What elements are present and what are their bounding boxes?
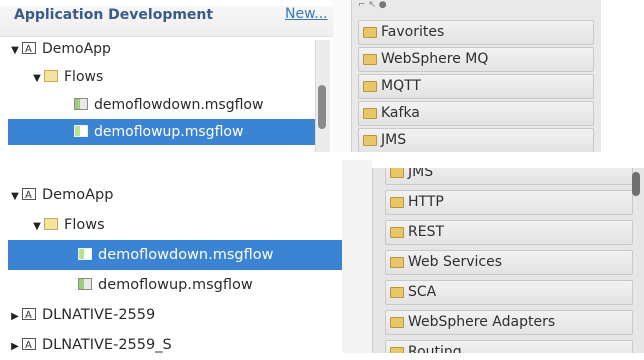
bottom-palette: JMS HTTP REST Web Services SCA WebSphere… — [372, 168, 644, 353]
new-link[interactable]: New... — [285, 6, 328, 22]
top-project-tree: Application Development New... ▼DemoApp … — [0, 0, 333, 152]
chevron-down-icon[interactable]: ▼ — [8, 184, 22, 210]
palette-drawer-rest[interactable]: REST — [385, 220, 633, 245]
palette-drawer-routing[interactable]: Routing — [385, 340, 633, 353]
tree-item-demoapp[interactable]: ▼DemoApp — [8, 36, 308, 64]
folder-icon — [390, 346, 404, 353]
tree-item-demoflowdown-selected[interactable]: demoflowdown.msgflow — [8, 240, 342, 270]
tree-item-dlnative-2559[interactable]: ▶DLNATIVE-2559 — [8, 302, 328, 330]
folder-icon — [44, 70, 58, 82]
folder-icon — [390, 316, 404, 328]
tree-item-demoflowup[interactable]: demoflowup.msgflow — [78, 272, 338, 298]
message-flow-icon — [74, 125, 88, 137]
folder-icon — [363, 107, 377, 119]
tree-item-flows[interactable]: ▼ Flows — [30, 64, 310, 90]
tree-item-demoflowup-selected[interactable]: demoflowup.msgflow — [8, 119, 315, 145]
folder-icon — [363, 134, 377, 146]
application-icon — [22, 37, 36, 63]
application-icon — [22, 303, 36, 329]
palette-drawer-web-services[interactable]: Web Services — [385, 250, 633, 275]
bottom-project-tree: ▼DemoApp ▼Flows demoflowdown.msgflow dem… — [0, 160, 342, 359]
palette-drawer-jms[interactable]: JMS — [358, 128, 594, 152]
chevron-right-icon[interactable]: ▶ — [8, 304, 22, 330]
chevron-down-icon[interactable]: ▼ — [30, 66, 44, 92]
palette-drawer-mqtt[interactable]: MQTT — [358, 74, 594, 99]
scrollbar-thumb[interactable] — [632, 172, 640, 196]
folder-icon — [390, 196, 404, 208]
palette-toolbar: ⌐ ↖ ● — [358, 0, 387, 10]
palette-drawer-favorites[interactable]: Favorites — [358, 20, 594, 45]
palette-drawer-sca[interactable]: SCA — [385, 280, 633, 305]
palette-drawer-websphere-adapters[interactable]: WebSphere Adapters — [385, 310, 633, 335]
chevron-down-icon[interactable]: ▼ — [8, 38, 22, 64]
panel-divider — [333, 0, 351, 152]
chevron-down-icon[interactable]: ▼ — [30, 214, 44, 240]
message-flow-icon — [78, 278, 92, 290]
application-icon — [22, 183, 36, 209]
message-flow-icon — [78, 248, 92, 260]
panel-divider — [342, 160, 372, 353]
top-palette: ⌐ ↖ ● Favorites WebSphere MQ MQTT Kafka … — [351, 0, 601, 152]
view-title: Application Development — [14, 7, 214, 23]
scrollbar-thumb[interactable] — [318, 85, 326, 129]
folder-icon — [363, 53, 377, 65]
palette-drawer-websphere-mq[interactable]: WebSphere MQ — [358, 47, 594, 72]
folder-icon — [390, 226, 404, 238]
palette-drawer-jms[interactable]: JMS — [385, 168, 633, 185]
folder-icon — [363, 26, 377, 38]
tree-item-dlnative-2559-s[interactable]: ▶DLNATIVE-2559_S — [8, 332, 328, 360]
folder-icon — [390, 286, 404, 298]
folder-icon — [363, 80, 377, 92]
tree-item-demoapp[interactable]: ▼DemoApp — [8, 182, 328, 210]
folder-icon — [390, 168, 404, 178]
palette-drawer-kafka[interactable]: Kafka — [358, 101, 594, 126]
message-flow-icon — [74, 98, 88, 110]
folder-icon — [390, 256, 404, 268]
palette-drawer-http[interactable]: HTTP — [385, 190, 633, 215]
tree-item-flows[interactable]: ▼ Flows — [30, 212, 330, 238]
application-icon — [22, 333, 36, 359]
folder-icon — [44, 218, 58, 230]
chevron-right-icon[interactable]: ▶ — [8, 334, 22, 360]
tree-item-demoflowdown[interactable]: demoflowdown.msgflow — [74, 92, 314, 118]
